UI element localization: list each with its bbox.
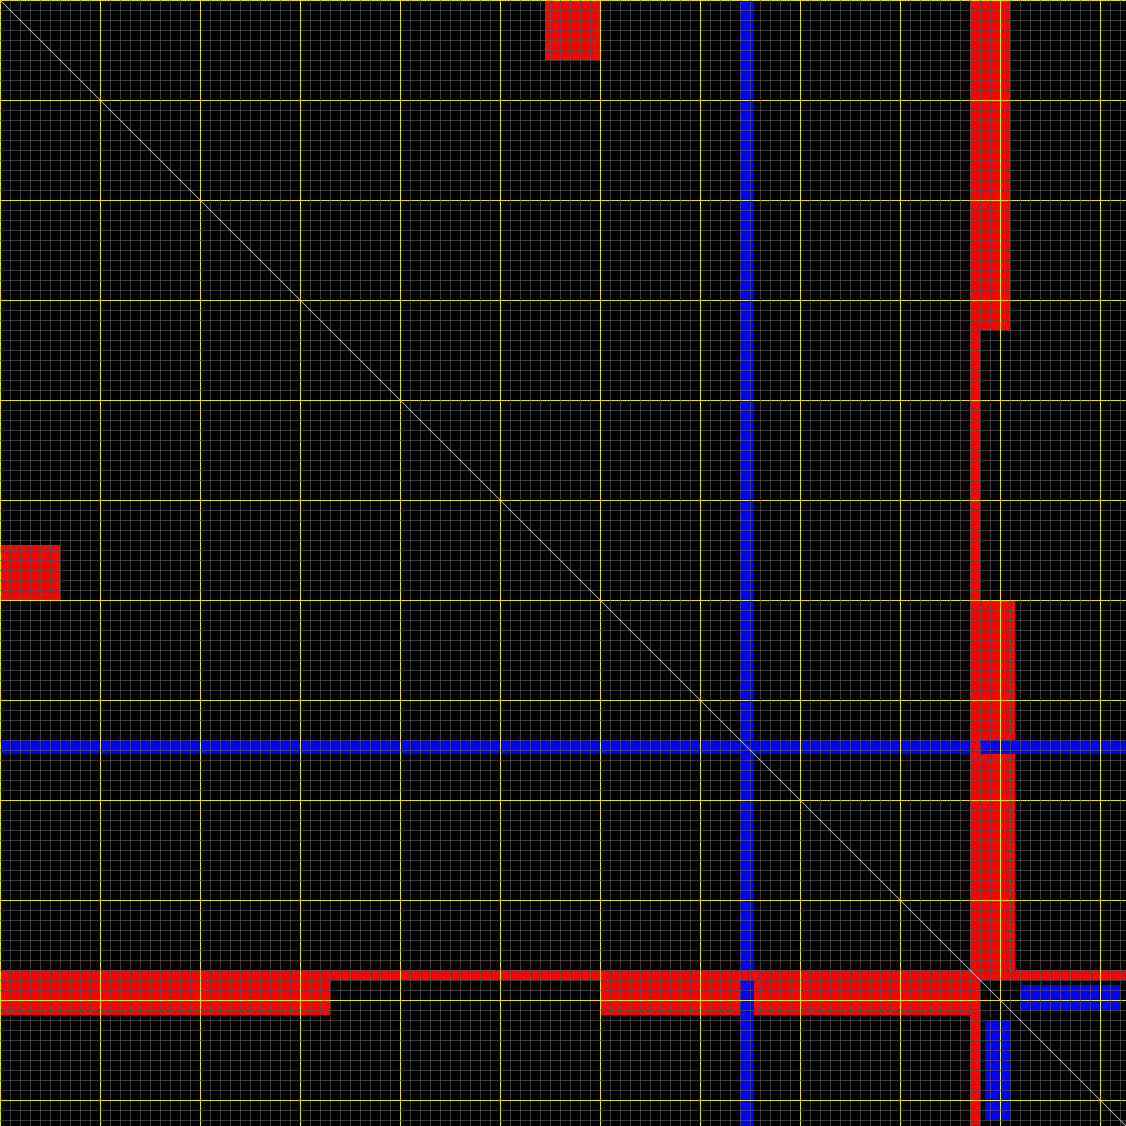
band-a-horizontal <box>0 740 1126 754</box>
band-b-horizontal <box>0 970 1126 980</box>
contact-matrix[interactable] <box>0 0 1126 1126</box>
band-a-vertical <box>740 0 754 1126</box>
band-b-vertical <box>970 0 980 1126</box>
